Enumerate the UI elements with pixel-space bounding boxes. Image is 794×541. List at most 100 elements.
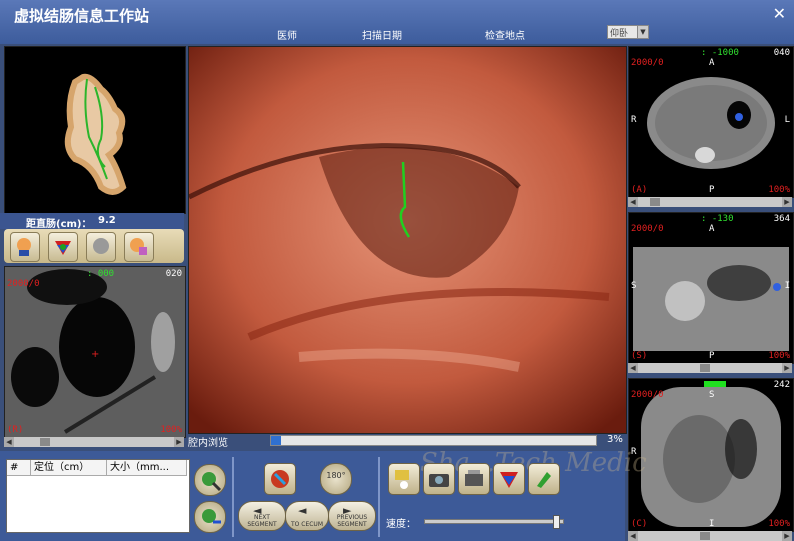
- sagittal-orient-top: A: [709, 224, 715, 234]
- axial-orient-top: A: [709, 58, 715, 68]
- distance-bar: 距直肠(cm)： 9.2: [0, 213, 184, 230]
- coronal-ct-image: [641, 381, 781, 527]
- divider: [232, 457, 234, 537]
- patient-position-select[interactable]: 仰卧 ▼: [607, 25, 649, 39]
- next-segment-button[interactable]: ◄ NEXT SEGMENT: [238, 501, 286, 531]
- scroll-thumb[interactable]: [40, 438, 50, 446]
- sagittal-orient-left: S: [631, 281, 637, 291]
- scroll-right-icon[interactable]: ▶: [782, 363, 792, 373]
- speed-slider-knob[interactable]: [553, 515, 561, 529]
- record-video-icon[interactable]: [458, 463, 490, 495]
- zoom-label: 100%: [160, 425, 182, 435]
- progress-fill: [271, 436, 281, 445]
- coronal-view[interactable]: 242 2000/0 S R I (C) 100%: [628, 378, 794, 532]
- to-cecum-button[interactable]: ◄ TO CECUM: [285, 501, 329, 531]
- arrow-left-icon: ◄: [298, 504, 307, 517]
- paint-tool-icon[interactable]: [528, 463, 560, 495]
- coronal-orient-bottom: I: [709, 519, 715, 529]
- rotate-label: 180°: [326, 471, 346, 480]
- location-label: 检查地点: [485, 31, 525, 42]
- scroll-left-icon[interactable]: ◀: [4, 437, 14, 447]
- endoscopy-label: 腔内浏览: [188, 438, 228, 449]
- findings-table[interactable]: # 定位（cm） 大小（mm...: [6, 459, 190, 533]
- polyp-export-button[interactable]: [194, 501, 226, 533]
- axial-view[interactable]: : -1000 040 2000/0 A R L P (A) 100%: [628, 46, 794, 198]
- doctor-label: 医师: [277, 31, 297, 42]
- sagittal-orient-right: I: [784, 281, 790, 291]
- lighting-button[interactable]: [388, 463, 420, 495]
- speed-slider[interactable]: [424, 515, 564, 529]
- coronal-window: 2000/0: [631, 390, 664, 400]
- scroll-left-icon[interactable]: ◀: [628, 197, 638, 207]
- sagittal-level: : -130: [701, 214, 734, 224]
- axial-level: : -1000: [701, 48, 739, 58]
- axial-zoom: 100%: [768, 185, 790, 195]
- divider: [378, 457, 380, 537]
- coronal-slice-number: 242: [773, 380, 790, 390]
- svg-text:+: +: [91, 349, 99, 360]
- col-index: #: [7, 460, 31, 476]
- gray-hand-icon[interactable]: [86, 232, 116, 262]
- color-render-icon[interactable]: [493, 463, 525, 495]
- axial-scrollbar[interactable]: ◀ ▶: [628, 197, 792, 207]
- axial-orient-bottom: P: [709, 185, 715, 195]
- rotate-180-button[interactable]: 180°: [320, 463, 352, 495]
- scroll-right-icon[interactable]: ▶: [782, 531, 792, 541]
- scroll-left-icon[interactable]: ◀: [628, 531, 638, 541]
- orientation-label: (R): [7, 425, 24, 435]
- sagittal-ct-image: [633, 247, 789, 351]
- scroll-thumb[interactable]: [700, 532, 710, 540]
- title-bar: 虚拟结肠信息工作站 ✕ 医师 扫描日期 检查地点 仰卧 ▼: [0, 0, 794, 44]
- hand-pan-icon[interactable]: [10, 232, 40, 262]
- sagittal-view[interactable]: : -130 364 2000/0 A S I P (S) 100%: [628, 212, 794, 364]
- previous-segment-label: PREVIOUS SEGMENT: [336, 514, 368, 528]
- scroll-thumb[interactable]: [700, 364, 710, 372]
- camera-icon[interactable]: [423, 463, 455, 495]
- window-level: 2000/0: [7, 279, 40, 289]
- sagittal-orient-code: (S): [631, 351, 648, 361]
- scan-date-label: 扫描日期: [362, 31, 402, 42]
- scroll-right-icon[interactable]: ▶: [782, 197, 792, 207]
- scroll-left-icon[interactable]: ◀: [628, 363, 638, 373]
- sagittal-orient-bottom: P: [709, 351, 715, 361]
- next-segment-label: NEXT SEGMENT: [247, 514, 277, 528]
- coronal-zoom: 100%: [768, 519, 790, 529]
- chevron-down-icon[interactable]: ▼: [637, 26, 648, 38]
- magnify-polyp-button[interactable]: [194, 464, 226, 496]
- color-cube-icon[interactable]: [48, 232, 78, 262]
- colon-lumen-render: [189, 47, 626, 433]
- axial-ct-image: [647, 77, 775, 169]
- distance-value: 9.2: [98, 215, 116, 226]
- scroll-thumb[interactable]: [650, 198, 660, 206]
- sagittal-slice-number: 364: [773, 214, 790, 224]
- window-title: 虚拟结肠信息工作站: [14, 7, 150, 25]
- axial-window: 2000/0: [631, 58, 664, 68]
- col-size: 大小（mm...: [107, 460, 187, 476]
- sagittal-zoom: 100%: [768, 351, 790, 361]
- flythrough-progress[interactable]: [270, 435, 597, 446]
- sagittal-window: 2000/0: [631, 224, 664, 234]
- slice-view-rectal[interactable]: + : 000 020 2000/0 (R) 100%: [4, 266, 186, 438]
- view-toolbar: [4, 229, 184, 263]
- axial-orient-code: (A): [631, 185, 648, 195]
- fly-direction-button[interactable]: [264, 463, 296, 495]
- previous-segment-button[interactable]: ► PREVIOUS SEGMENT: [328, 501, 376, 531]
- patient-position-value: 仰卧: [610, 29, 629, 39]
- coronal-scrollbar[interactable]: ◀ ▶: [628, 531, 792, 541]
- hand-measure-icon[interactable]: [124, 232, 154, 262]
- scroll-right-icon[interactable]: ▶: [174, 437, 184, 447]
- axial-slice-number: 040: [773, 48, 790, 58]
- speed-label: 速度：: [386, 519, 416, 530]
- close-icon[interactable]: ✕: [773, 4, 786, 23]
- sagittal-scrollbar[interactable]: ◀ ▶: [628, 363, 792, 373]
- progress-percent: 3%: [607, 434, 623, 445]
- axial-orient-left: R: [631, 115, 637, 125]
- endoscopic-view[interactable]: [188, 46, 627, 434]
- coronal-orient-top: S: [709, 390, 715, 400]
- to-cecum-label: TO CECUM: [290, 521, 324, 528]
- colon-overview[interactable]: [4, 46, 186, 214]
- slice-level: : 000: [87, 269, 115, 279]
- slice-scrollbar[interactable]: ◀ ▶: [4, 437, 184, 447]
- distance-label: 距直肠(cm)：: [26, 219, 92, 230]
- coronal-orient-code: (C): [631, 519, 648, 529]
